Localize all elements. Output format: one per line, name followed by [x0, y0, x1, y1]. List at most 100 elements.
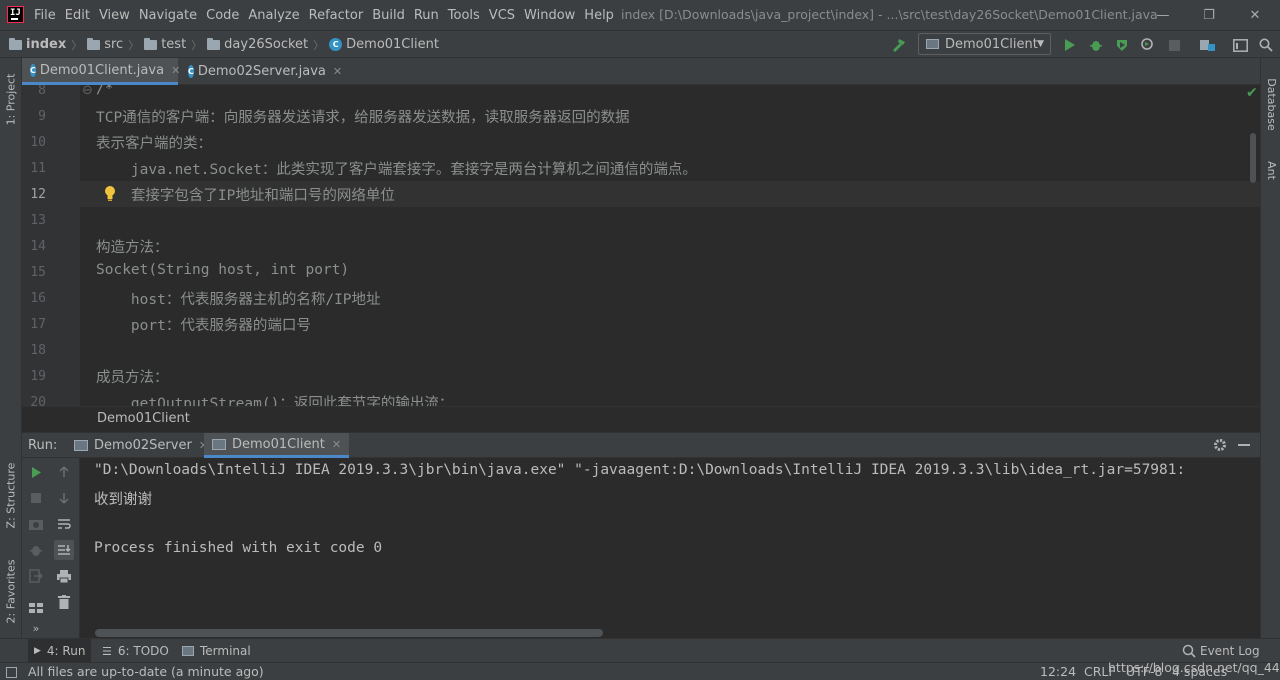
intellij-logo-icon[interactable]: IJ — [7, 6, 24, 23]
code-line: TCP通信的客户端：向服务器发送请求，给服务器发送数据，读取服务器返回的数据 — [96, 110, 630, 126]
rerun-icon[interactable] — [26, 462, 46, 482]
package-icon — [207, 37, 221, 50]
line-number: 13 — [30, 213, 46, 228]
tab-demo01client[interactable]: C Demo01Client.java ✕ — [22, 58, 180, 85]
crumb-index[interactable]: index — [9, 31, 66, 58]
run-tab-demo01client[interactable]: Demo01Client ✕ — [204, 433, 350, 458]
tab-demo02server[interactable]: C Demo02Server.java ✕ — [180, 58, 342, 85]
fold-icon[interactable]: ⊖ — [82, 85, 93, 98]
tool-tab-ant[interactable]: Ant — [1261, 150, 1280, 190]
crumb-src[interactable]: src — [87, 31, 123, 58]
menu-build[interactable]: Build — [372, 8, 405, 23]
line-number: 11 — [30, 161, 46, 176]
toggle-tool-windows-icon[interactable] — [6, 667, 17, 678]
line-number: 10 — [30, 135, 46, 150]
exit-icon[interactable] — [26, 566, 46, 586]
run-with-coverage-icon[interactable] — [1112, 35, 1132, 55]
minimize-button[interactable]: — — [1140, 0, 1186, 30]
chevron-right-icon: 〉 — [191, 38, 203, 52]
profile-icon[interactable] — [1138, 35, 1158, 55]
print-icon[interactable] — [54, 566, 74, 586]
line-number: 19 — [30, 369, 46, 384]
menu-window[interactable]: Window — [524, 8, 575, 23]
window-title: index [D:\Downloads\java_project\index] … — [621, 7, 1158, 22]
chevron-right-icon: 〉 — [71, 38, 83, 52]
hide-panel-icon[interactable] — [1234, 435, 1254, 455]
application-icon — [926, 39, 939, 49]
code-line: /* — [96, 85, 114, 97]
menu-code[interactable]: Code — [206, 8, 239, 23]
editor-tab-bar: C Demo01Client.java ✕ C Demo02Server.jav… — [22, 58, 1260, 85]
soft-wrap-icon[interactable] — [54, 514, 74, 534]
menu-refactor[interactable]: Refactor — [309, 8, 364, 23]
menu-tools[interactable]: Tools — [448, 8, 480, 23]
editor-breadcrumb: Demo01Client — [22, 406, 1260, 432]
run-console-output[interactable]: "D:\Downloads\IntelliJ IDEA 2019.3.3\jbr… — [80, 458, 1260, 638]
more-chevron-icon[interactable]: » — [26, 618, 46, 638]
run-configuration-select[interactable]: Demo01Client ▼ — [918, 33, 1051, 55]
tool-tab-favorites[interactable]: 2: Favorites — [0, 546, 22, 636]
code-line: 套接字包含了IP地址和端口号的网络单位 — [96, 188, 395, 204]
crumb-day26socket[interactable]: day26Socket — [207, 31, 308, 58]
title-bar: IJ File Edit View Navigate Code Analyze … — [0, 0, 1280, 30]
tool-tab-database[interactable]: Database — [1261, 64, 1280, 144]
line-number: 12 — [30, 187, 46, 202]
menu-vcs[interactable]: VCS — [489, 8, 515, 23]
run-tab-demo02server[interactable]: Demo02Server ✕ — [66, 433, 216, 458]
status-message[interactable]: All files are up-to-date (a minute ago) — [28, 663, 264, 680]
debug-bug-icon[interactable] — [1086, 35, 1106, 55]
line-number: 17 — [30, 317, 46, 332]
menu-analyze[interactable]: Analyze — [248, 8, 299, 23]
tool-tab-run[interactable]: ▶ 4: Run — [28, 639, 92, 663]
menu-bar: File Edit View Navigate Code Analyze Ref… — [34, 0, 623, 30]
inspection-ok-check-icon[interactable]: ✔ — [1246, 85, 1258, 101]
tool-tab-project[interactable]: 1: Project — [0, 62, 22, 137]
menu-file[interactable]: File — [34, 8, 56, 23]
menu-view[interactable]: View — [99, 8, 130, 23]
trash-icon[interactable] — [54, 592, 74, 612]
menu-edit[interactable]: Edit — [65, 8, 90, 23]
scroll-down-arrow-icon[interactable] — [54, 488, 74, 508]
search-everywhere-icon[interactable] — [1256, 35, 1276, 55]
tool-tab-todo[interactable]: ☰ 6: TODO — [96, 639, 175, 663]
console-horizontal-scrollbar[interactable] — [95, 629, 603, 637]
code-line: 构造方法： — [96, 240, 169, 256]
stop-icon[interactable] — [26, 488, 46, 508]
tool-tab-terminal[interactable]: Terminal — [176, 639, 257, 663]
scroll-to-end-icon[interactable] — [54, 540, 74, 560]
menu-navigate[interactable]: Navigate — [139, 8, 197, 23]
editor-scrollbar[interactable] — [1250, 133, 1256, 183]
crumb-test[interactable]: test — [144, 31, 186, 58]
camera-snapshot-icon[interactable] — [26, 514, 46, 534]
close-icon[interactable]: ✕ — [171, 64, 180, 77]
console-icon — [74, 440, 88, 451]
code-line: host：代表服务器主机的名称/IP地址 — [96, 292, 381, 308]
java-class-icon: C — [188, 65, 194, 78]
list-icon: ☰ — [102, 644, 112, 658]
breadcrumb-item[interactable]: Demo01Client — [97, 411, 190, 426]
code-editor[interactable]: ⊖ 8 /* 9 TCP通信的客户端：向服务器发送请求，给服务器发送数据，读取服… — [22, 85, 1260, 406]
build-hammer-icon[interactable] — [889, 35, 909, 55]
line-number: 16 — [30, 291, 46, 306]
close-icon[interactable]: ✕ — [333, 65, 342, 78]
gear-icon[interactable] — [1210, 435, 1230, 455]
close-icon[interactable]: ✕ — [332, 438, 341, 451]
debug-bug-icon[interactable] — [26, 540, 46, 560]
restore-button[interactable]: ❐ — [1186, 0, 1232, 30]
status-bar: All files are up-to-date (a minute ago) … — [0, 660, 1280, 680]
menu-run[interactable]: Run — [414, 8, 439, 23]
caret-position[interactable]: 12:24 — [1040, 663, 1076, 680]
presentation-mode-icon[interactable] — [1230, 35, 1250, 55]
tool-tab-structure[interactable]: Z: Structure — [0, 450, 22, 540]
run-icon[interactable] — [1060, 35, 1080, 55]
scroll-up-arrow-icon[interactable] — [54, 462, 74, 482]
close-window-button[interactable]: ✕ — [1232, 0, 1278, 30]
code-line: getOutputStream()：返回此套节字的输出流： — [96, 396, 454, 406]
console-line: 收到谢谢 — [94, 492, 152, 508]
project-structure-icon[interactable] — [1198, 35, 1218, 55]
layout-icon[interactable] — [26, 598, 46, 618]
code-line: 表示客户端的类： — [96, 136, 212, 152]
menu-help[interactable]: Help — [584, 8, 614, 23]
crumb-demo01client[interactable]: C Demo01Client — [329, 31, 439, 58]
stop-icon[interactable] — [1164, 35, 1184, 55]
